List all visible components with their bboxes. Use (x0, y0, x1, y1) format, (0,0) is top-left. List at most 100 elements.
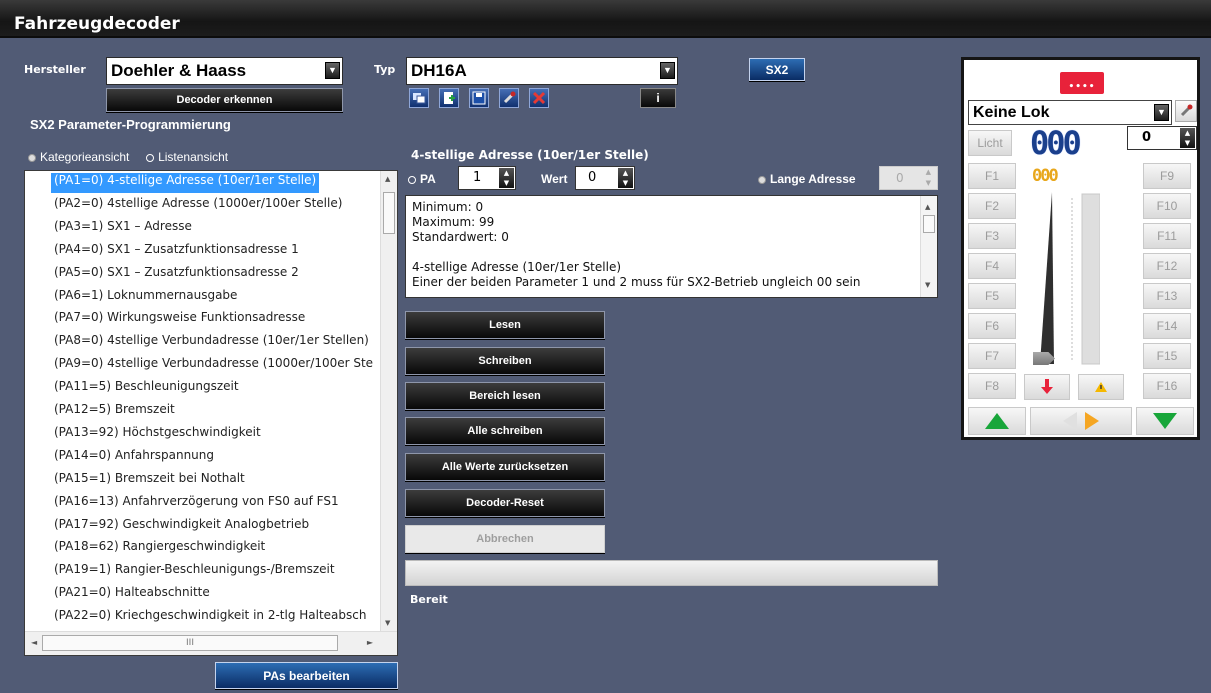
lok-settings-button[interactable] (1175, 100, 1197, 122)
alle-schreiben-button[interactable]: Alle schreiben (405, 417, 605, 445)
function-button-f6[interactable]: F6 (968, 313, 1016, 339)
function-button-f13[interactable]: F13 (1143, 283, 1191, 309)
title-bar (0, 0, 1211, 38)
wrench-icon[interactable] (499, 88, 519, 108)
scroll-up-icon[interactable]: ▲ (385, 175, 390, 183)
list-item[interactable]: (PA19=1) Rangier-Beschleunigungs-/Bremsz… (51, 562, 338, 582)
vertical-scrollbar[interactable]: ▲ ▼ (380, 171, 397, 631)
function-button-f11[interactable]: F11 (1143, 223, 1191, 249)
sx2-button[interactable]: SX2 (749, 58, 805, 81)
scroll-thumb[interactable] (383, 192, 395, 234)
pas-bearbeiten-button[interactable]: PAs bearbeiten (215, 662, 398, 689)
scroll-down-icon[interactable]: ▼ (925, 278, 930, 293)
speed-up-button[interactable] (968, 407, 1026, 435)
param-info-box[interactable]: Minimum: 0 Maximum: 99 Standardwert: 0 4-st… (405, 195, 938, 298)
list-item[interactable]: (PA13=92) Höchstgeschwindigkeit (51, 425, 264, 445)
list-item[interactable]: (PA6=1) Loknummernausgabe (51, 288, 240, 308)
function-button-f5[interactable]: F5 (968, 283, 1016, 309)
scroll-up-icon[interactable]: ▲ (925, 200, 930, 215)
list-item[interactable]: (PA4=0) SX1 – Zusatzfunktionsadresse 1 (51, 242, 302, 262)
direction-toggle-button[interactable] (1030, 407, 1132, 435)
chevron-down-icon: ▼ (325, 62, 340, 79)
scroll-thumb[interactable] (923, 215, 935, 233)
arrow-down-icon (1153, 413, 1177, 429)
list-item[interactable]: (PA11=5) Beschleunigungszeit (51, 379, 242, 399)
emergency-stop-button[interactable] (1078, 374, 1124, 400)
alle-werte-zuruecksetzen-button[interactable]: Alle Werte zurücksetzen (405, 453, 605, 481)
speed-down-button[interactable] (1136, 407, 1194, 435)
save-icon[interactable] (469, 88, 489, 108)
list-item[interactable]: (PA22=0) Kriechgeschwindigkeit in 2-tlg … (51, 608, 370, 628)
list-item[interactable]: (PA5=0) SX1 – Zusatzfunktionsadresse 2 (51, 265, 302, 285)
scroll-right-icon[interactable]: ► (367, 638, 373, 647)
speedstep-spinner[interactable]: 0 ▲ ▼ (1127, 126, 1197, 150)
list-item[interactable]: (PA1=0) 4-stellige Adresse (10er/1er Ste… (51, 173, 320, 193)
pa-row: PA (408, 172, 436, 186)
lange-adresse-radio[interactable] (758, 175, 766, 184)
speed-slider[interactable] (1030, 192, 1100, 372)
lange-adresse-spinner[interactable]: 0 ▲ ▼ (879, 166, 938, 190)
list-item[interactable]: (PA16=13) Anfahrverzögerung von FS0 auf … (51, 494, 342, 514)
pa-radio[interactable] (408, 175, 416, 184)
list-item[interactable]: (PA17=92) Geschwindigkeit Analogbetrieb (51, 517, 312, 537)
typ-dropdown[interactable]: DH16A ▼ (406, 57, 678, 85)
info-lines: Minimum: 0 Maximum: 99 Standardwert: 0 4-st… (412, 200, 931, 290)
radio-liste[interactable] (146, 153, 155, 162)
info-line: 4-stellige Adresse (10er/1er Stelle) (412, 260, 622, 274)
decoder-reset-button[interactable]: Decoder-Reset (405, 489, 605, 517)
licht-button[interactable]: Licht (968, 130, 1012, 156)
hscroll-thumb[interactable]: III (42, 635, 338, 651)
scroll-left-icon[interactable]: ◄ (31, 638, 37, 647)
add-icon[interactable] (439, 88, 459, 108)
info-line: Minimum: 0 (412, 200, 484, 214)
list-item[interactable]: (PA7=0) Wirkungsweise Funktionsadresse (51, 310, 308, 330)
info-scrollbar[interactable]: ▲ ▼ (920, 196, 937, 297)
status-text: Bereit (410, 593, 448, 606)
list-item[interactable]: (PA9=0) 4stellige Verbundadresse (1000er… (51, 356, 376, 376)
function-button-f16[interactable]: F16 (1143, 373, 1191, 399)
info-button[interactable]: i (640, 88, 676, 108)
delete-icon[interactable] (529, 88, 549, 108)
function-button-f10[interactable]: F10 (1143, 193, 1191, 219)
list-item[interactable]: (PA18=62) Rangiergeschwindigkeit (51, 539, 268, 559)
info-line: Maximum: 99 (412, 215, 495, 229)
lange-adresse-row: Lange Adresse (758, 172, 856, 186)
function-button-f8[interactable]: F8 (968, 373, 1016, 399)
function-button-f15[interactable]: F15 (1143, 343, 1191, 369)
function-button-f12[interactable]: F12 (1143, 253, 1191, 279)
hersteller-value: Doehler & Haass (111, 61, 247, 80)
decoder-erkennen-button[interactable]: Decoder erkennen (106, 88, 343, 112)
spinner-arrows-icon[interactable]: ▲ ▼ (1180, 128, 1195, 148)
direction-stop-button[interactable] (1024, 374, 1070, 400)
list-item[interactable]: (PA14=0) Anfahrspannung (51, 448, 217, 468)
function-button-f9[interactable]: F9 (1143, 163, 1191, 189)
list-item[interactable]: (PA8=0) 4stellige Verbundadresse (10er/1… (51, 333, 372, 353)
hersteller-dropdown[interactable]: Doehler & Haass ▼ (106, 57, 343, 85)
function-button-f1[interactable]: F1 (968, 163, 1016, 189)
list-item[interactable]: (PA12=5) Bremszeit (51, 402, 178, 422)
function-button-f2[interactable]: F2 (968, 193, 1016, 219)
spinner-arrows-icon[interactable]: ▲ ▼ (618, 168, 633, 188)
pa-spinner[interactable]: 1 ▲ ▼ (458, 166, 516, 190)
function-button-f3[interactable]: F3 (968, 223, 1016, 249)
parameter-list[interactable]: (PA1=0) 4-stellige Adresse (10er/1er Ste… (24, 170, 398, 656)
abbrechen-button[interactable]: Abbrechen (405, 525, 605, 553)
function-button-f14[interactable]: F14 (1143, 313, 1191, 339)
wert-spinner[interactable]: 0 ▲ ▼ (575, 166, 635, 190)
list-item[interactable]: (PA21=0) Halteabschnitte (51, 585, 213, 605)
spinner-arrows-icon[interactable]: ▲ ▼ (499, 168, 514, 188)
function-button-f4[interactable]: F4 (968, 253, 1016, 279)
function-button-f7[interactable]: F7 (968, 343, 1016, 369)
list-item[interactable]: (PA2=0) 4stellige Adresse (1000er/100er … (51, 196, 345, 216)
scroll-down-icon[interactable]: ▼ (385, 619, 390, 627)
list-item[interactable]: (PA3=1) SX1 – Adresse (51, 219, 195, 239)
list-item[interactable]: (PA15=1) Bremszeit bei Nothalt (51, 471, 248, 491)
lok-dropdown[interactable]: Keine Lok ▼ (968, 100, 1172, 125)
radio-kategorie[interactable] (28, 153, 36, 162)
copy-icon[interactable] (409, 88, 429, 108)
lesen-button[interactable]: Lesen (405, 311, 605, 339)
lok-control-panel: •••• Keine Lok ▼ Licht 000 0 ▲ ▼ F1 F2 F3 F4… (961, 57, 1200, 440)
horizontal-scrollbar[interactable]: ◄ III ► (25, 631, 397, 655)
bereich-lesen-button[interactable]: Bereich lesen (405, 382, 605, 410)
schreiben-button[interactable]: Schreiben (405, 347, 605, 375)
